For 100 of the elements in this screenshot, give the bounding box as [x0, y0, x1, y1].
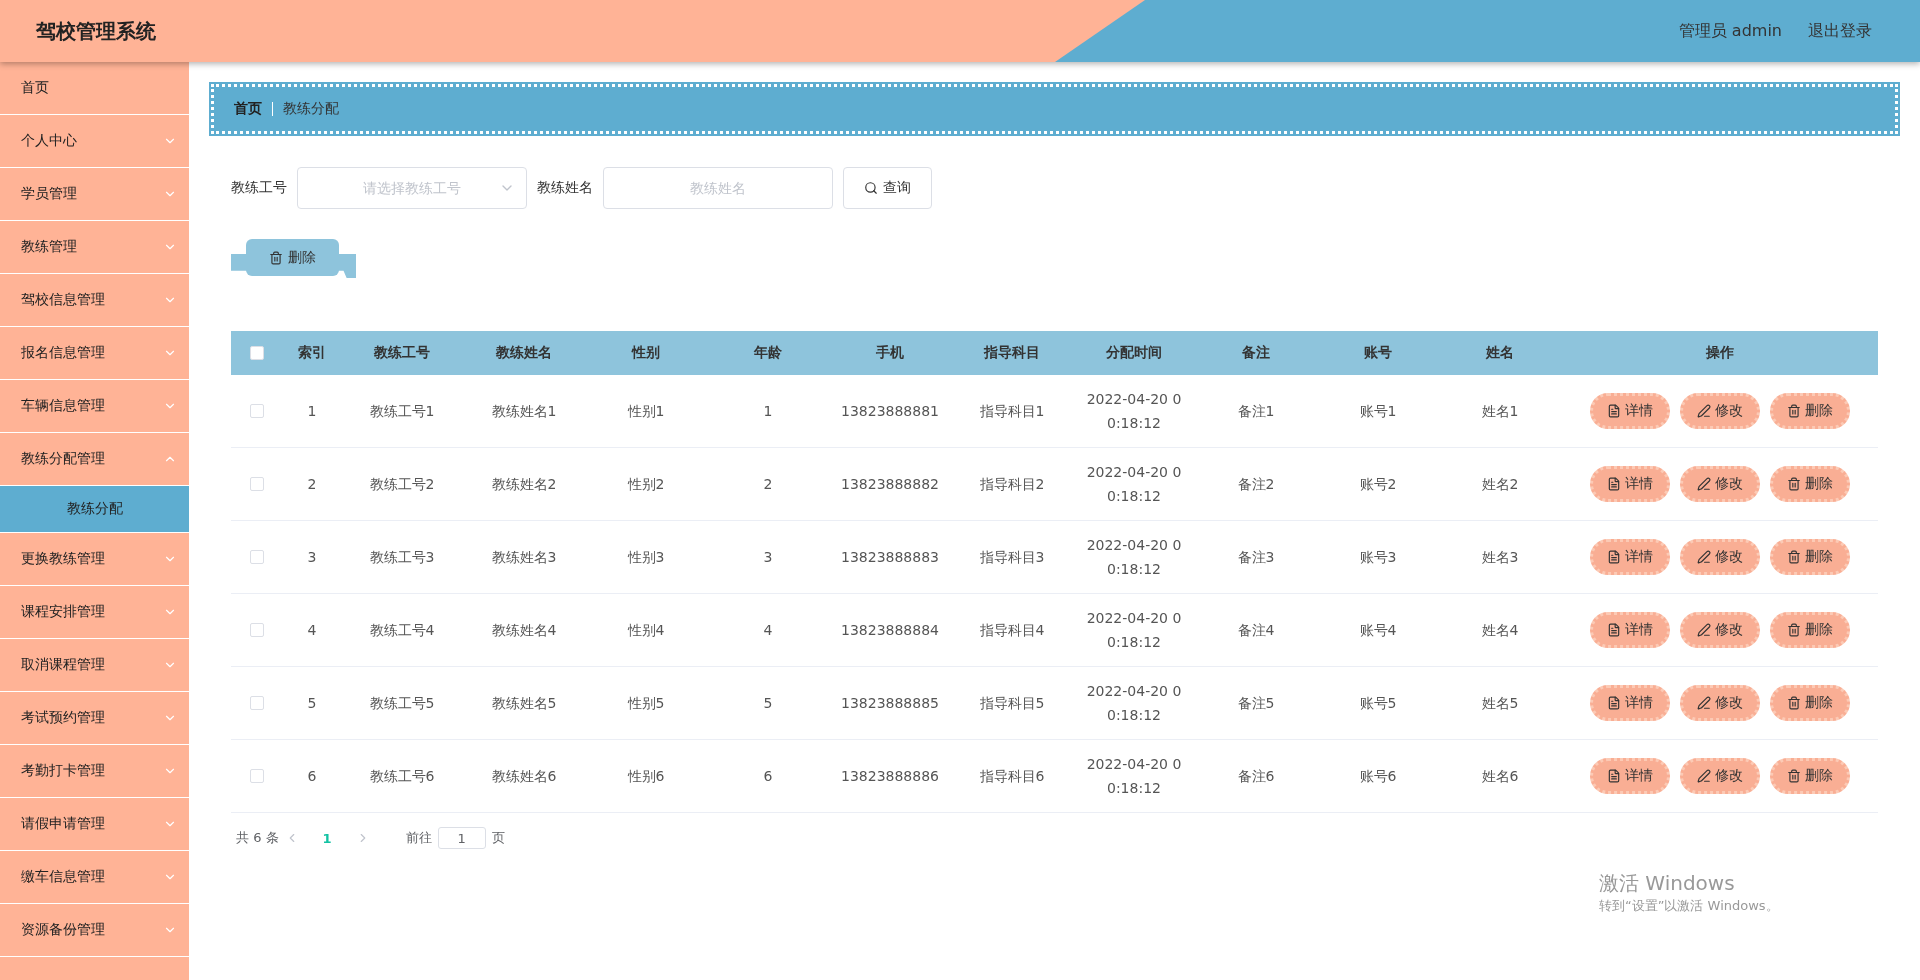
- table-cell-text: 账号5: [1358, 694, 1398, 713]
- action-button[interactable]: 修改: [1679, 758, 1760, 794]
- checkbox[interactable]: [250, 623, 264, 637]
- sidebar-item[interactable]: 个人中心: [0, 115, 189, 168]
- table-cell-text: 教练工号2: [368, 475, 436, 494]
- action-button[interactable]: 详情: [1589, 612, 1670, 648]
- sidebar-item[interactable]: 报名信息管理: [0, 327, 189, 380]
- sidebar-item[interactable]: 请假申请管理: [0, 798, 189, 851]
- table-cell-text: 备注6: [1236, 767, 1276, 786]
- table-cell-text: 备注4: [1236, 621, 1276, 640]
- table-cell-text: 姓名6: [1480, 767, 1520, 786]
- table-cell-text: 教练工号3: [368, 548, 436, 567]
- input-field[interactable]: 教练姓名: [603, 167, 833, 209]
- select-field[interactable]: 请选择教练工号: [297, 167, 527, 209]
- action-button[interactable]: 修改: [1679, 466, 1760, 502]
- table-cell-text: 账号4: [1358, 621, 1398, 640]
- table-cell-text: 账号2: [1358, 475, 1398, 494]
- sidebar-item[interactable]: 缴车信息管理: [0, 851, 189, 904]
- document-icon: [1606, 769, 1621, 783]
- document-icon: [1606, 696, 1621, 710]
- sidebar-item[interactable]: 更换教练管理: [0, 533, 189, 586]
- table-cell-text: 指导科目5: [978, 694, 1046, 713]
- column-header: 备注: [1241, 344, 1271, 362]
- checkbox[interactable]: [250, 696, 264, 710]
- table-cell-text: 1: [762, 402, 774, 421]
- table-cell-text: 2: [306, 475, 318, 494]
- table-cell-text: 2022-04-20 0 0:18:12: [1085, 755, 1183, 798]
- table-cell-text: 性别6: [626, 767, 666, 786]
- trash-icon: [269, 250, 283, 265]
- sidebar-item[interactable]: 首页: [0, 62, 189, 115]
- sidebar-item[interactable]: 取消课程管理: [0, 639, 189, 692]
- action-button[interactable]: 删除: [1769, 393, 1850, 429]
- table-cell-text: 备注1: [1236, 402, 1276, 421]
- action-button[interactable]: 修改: [1679, 685, 1760, 721]
- action-button[interactable]: 删除: [1769, 758, 1850, 794]
- trash-icon: [1786, 404, 1801, 418]
- action-button[interactable]: 删除: [1769, 466, 1850, 502]
- search-button[interactable]: 查询: [843, 167, 932, 209]
- table-cell-text: 13823888882: [840, 475, 940, 494]
- table-cell-text: 姓名4: [1480, 621, 1520, 640]
- table-cell-text: 姓名3: [1480, 548, 1520, 567]
- table-cell-text: 教练工号5: [368, 694, 436, 713]
- action-button[interactable]: 修改: [1679, 539, 1760, 575]
- action-button[interactable]: 删除: [1769, 685, 1850, 721]
- table-cell-text: 6: [762, 767, 774, 786]
- table-cell-text: 教练工号1: [368, 402, 436, 421]
- table-cell-text: 姓名1: [1480, 402, 1520, 421]
- table-cell-text: 4: [762, 621, 774, 640]
- action-button[interactable]: 修改: [1679, 612, 1760, 648]
- action-button[interactable]: 详情: [1589, 539, 1670, 575]
- action-button[interactable]: 删除: [1769, 539, 1850, 575]
- sidebar-item[interactable]: 教练管理: [0, 221, 189, 274]
- breadcrumb-link[interactable]: 教练分配: [283, 100, 339, 118]
- action-button[interactable]: 详情: [1589, 393, 1670, 429]
- table-cell-text: 教练姓名1: [490, 402, 558, 421]
- table-cell-text: 教练姓名4: [490, 621, 558, 640]
- action-button[interactable]: 删除: [1769, 612, 1850, 648]
- action-button[interactable]: 详情: [1589, 758, 1670, 794]
- logout-link[interactable]: 退出登录: [1808, 20, 1872, 42]
- goto-label: 前往: [405, 829, 432, 847]
- trash-icon: [1786, 550, 1801, 564]
- trash-icon: [1786, 623, 1801, 637]
- sidebar-item[interactable]: 课程安排管理: [0, 586, 189, 639]
- table-cell-text: 13823888886: [840, 767, 940, 786]
- table-cell-text: 指导科目1: [978, 402, 1046, 421]
- table-cell-text: 教练姓名3: [490, 548, 558, 567]
- action-button[interactable]: 修改: [1679, 393, 1760, 429]
- table-cell-text: 教练姓名6: [490, 767, 558, 786]
- column-header: 教练工号: [373, 344, 431, 362]
- table-cell-text: 4: [306, 621, 318, 640]
- checkbox[interactable]: [250, 404, 264, 418]
- sidebar-item[interactable]: 车辆信息管理: [0, 380, 189, 433]
- activation-text: 转到“设置”以激活 Windows。: [1599, 897, 1779, 915]
- page-input[interactable]: 1: [437, 827, 486, 849]
- sidebar-item[interactable]: 考勤打卡管理: [0, 745, 189, 798]
- document-icon: [1606, 477, 1621, 491]
- delete-button[interactable]: 删除: [246, 239, 339, 276]
- checkbox[interactable]: [250, 346, 264, 360]
- sidebar-subitem[interactable]: 教练分配: [0, 486, 189, 533]
- table-cell-text: 备注5: [1236, 694, 1276, 713]
- pencil-icon: [1696, 769, 1711, 783]
- sidebar-item[interactable]: 考试预约管理: [0, 692, 189, 745]
- checkbox[interactable]: [250, 477, 264, 491]
- sidebar-item[interactable]: 资源备份管理: [0, 904, 189, 957]
- breadcrumb-link[interactable]: 首页: [234, 100, 262, 118]
- pencil-icon: [1696, 404, 1711, 418]
- app-title: 驾校管理系统: [36, 17, 156, 45]
- action-button[interactable]: 详情: [1589, 466, 1670, 502]
- sidebar-item[interactable]: 驾校信息管理: [0, 274, 189, 327]
- table-cell-text: 2022-04-20 0 0:18:12: [1085, 609, 1183, 652]
- document-icon: [1606, 404, 1621, 418]
- table-cell-text: 2: [762, 475, 774, 494]
- table-cell-text: 13823888884: [840, 621, 940, 640]
- column-header: 手机: [875, 344, 905, 362]
- checkbox[interactable]: [250, 769, 264, 783]
- trash-icon: [1786, 696, 1801, 710]
- sidebar-item[interactable]: 学员管理: [0, 168, 189, 221]
- column-header: 账号: [1363, 344, 1393, 362]
- checkbox[interactable]: [250, 550, 264, 564]
- action-button[interactable]: 详情: [1589, 685, 1670, 721]
